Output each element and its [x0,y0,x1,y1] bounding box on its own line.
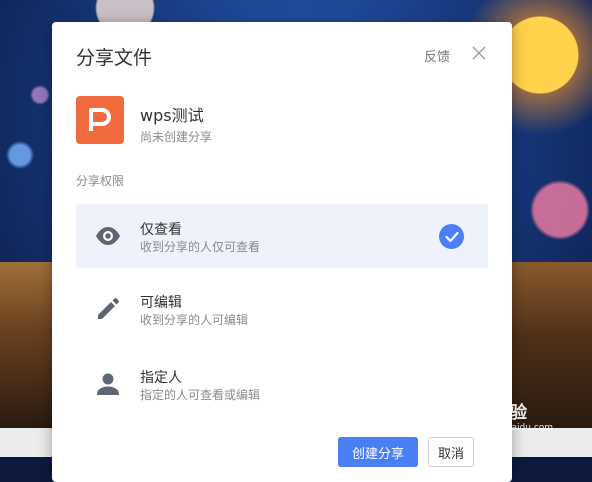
create-share-button[interactable]: 创建分享 [338,437,418,467]
pencil-icon [94,295,122,323]
option-description: 指定的人可查看或编辑 [140,388,261,402]
permission-option-view-only[interactable]: 仅查看 收到分享的人仅可查看 [76,204,488,268]
option-description: 收到分享的人可编辑 [140,313,249,327]
permission-option-editable[interactable]: 可编辑 收到分享的人可编辑 [76,277,488,341]
share-file-dialog: 分享文件 反馈 wps测试 尚未创建分享 分享权限 仅查看 收到分享的人仅可查看 [52,22,512,482]
person-icon [94,370,122,398]
wps-presentation-icon [76,96,124,144]
option-title: 指定人 [140,370,182,386]
share-status: 尚未创建分享 [140,130,213,144]
watermark-text: Bai 经验 [452,403,529,423]
cancel-button[interactable]: 取消 [428,437,474,467]
option-title: 可编辑 [140,295,182,311]
close-icon[interactable] [470,44,488,62]
check-icon [439,224,464,249]
watermark-subtext: jingyan.baidu.com [470,423,554,433]
option-description: 收到分享的人仅可查看 [140,240,261,254]
permissions-label: 分享权限 [76,174,125,188]
file-name: wps测试 [140,106,204,125]
baidu-jingyan-watermark: Bai 经验 jingyan.baidu.com [452,398,553,433]
eye-icon [94,222,122,250]
dialog-title: 分享文件 [76,47,153,69]
wallpaper-table-left [0,262,60,428]
feedback-link[interactable]: 反馈 [424,46,450,65]
option-title: 仅查看 [140,222,182,238]
permission-option-specified-people[interactable]: 指定人 指定的人可查看或编辑 [76,352,488,416]
